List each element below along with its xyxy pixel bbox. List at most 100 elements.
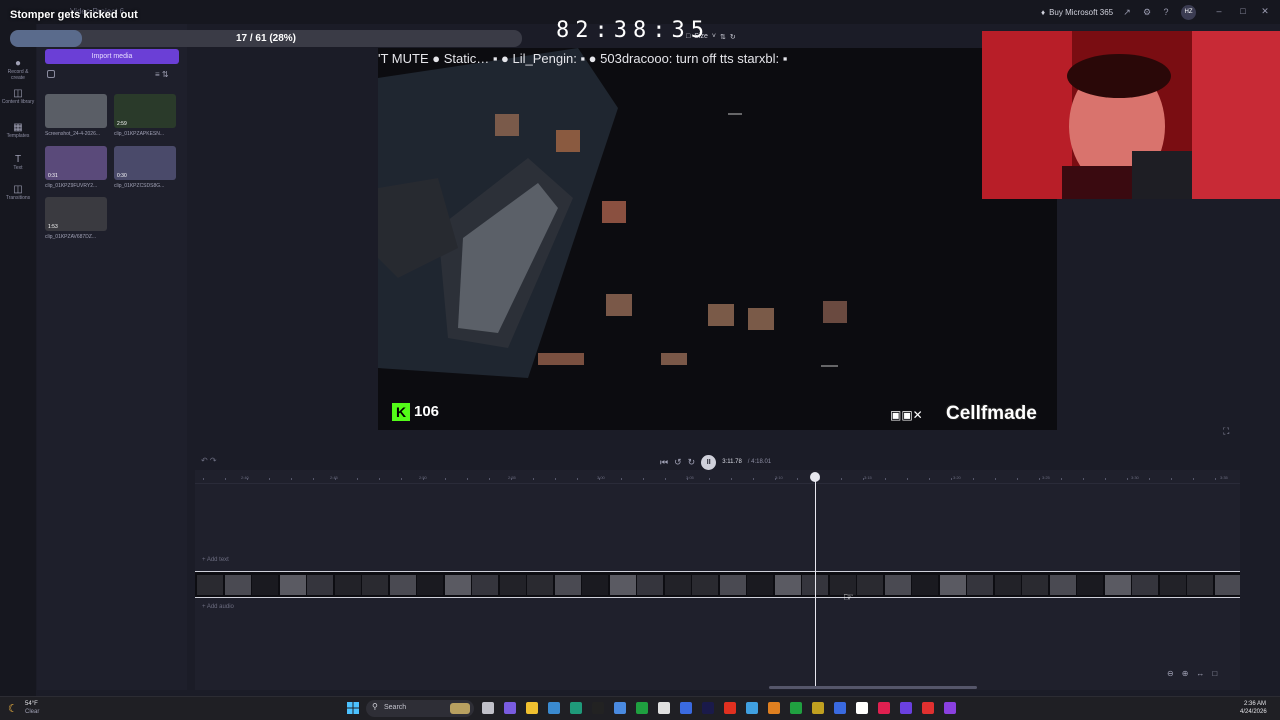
rail-item-templates[interactable]: ▦ Templates xyxy=(0,122,36,139)
zoom-controls: ⊖ ⊕ ↔ □ xyxy=(1167,669,1217,678)
weather-desc[interactable]: Clear xyxy=(25,709,39,715)
windows-start-icon[interactable] xyxy=(347,702,359,714)
webcam-frame xyxy=(982,31,1280,199)
playhead-handle[interactable] xyxy=(810,472,820,482)
buy-microsoft-button[interactable]: ♦ Buy Microsoft 365 xyxy=(1041,8,1113,17)
taskbar-app-icon[interactable] xyxy=(878,702,890,714)
expand-icon[interactable]: □ xyxy=(1212,669,1217,678)
flip-icon[interactable]: ⇅ xyxy=(720,33,726,41)
maximize-icon[interactable]: □ xyxy=(1236,6,1250,16)
rewind-icon[interactable]: ↺ xyxy=(674,457,682,468)
ruler-tick xyxy=(533,478,534,480)
minimize-icon[interactable]: – xyxy=(1212,6,1226,16)
import-media-button[interactable]: Import media xyxy=(45,49,179,64)
media-label: clip_01KPZAV687DZ... xyxy=(45,234,97,240)
clip-frame xyxy=(1132,575,1158,595)
taskbar-app-icon[interactable] xyxy=(504,702,516,714)
zoom-in-icon[interactable]: ⊕ xyxy=(1182,669,1189,678)
clock-time[interactable]: 2:36 AM xyxy=(1244,701,1266,707)
taskbar-app-icon[interactable] xyxy=(724,702,736,714)
skip-back-icon[interactable]: ⏮ xyxy=(660,457,668,468)
rail-item-label: Text xyxy=(13,165,23,171)
media-label: clip_01KPZCSDS8G... xyxy=(114,183,165,189)
ruler-tick xyxy=(973,478,974,480)
taskbar-app-icon[interactable] xyxy=(526,702,538,714)
taskbar-app-icon[interactable] xyxy=(944,702,956,714)
rotate-icon[interactable]: ↻ xyxy=(730,33,736,41)
clip-frame xyxy=(719,575,746,595)
preview-player[interactable]: 'T MUTE ● Static… ▪ ● Lil_Pengin: ▪ ● 50… xyxy=(378,48,1057,430)
taskbar-app-icon[interactable] xyxy=(790,702,802,714)
clip-frame xyxy=(472,575,498,595)
ruler-tick xyxy=(665,478,666,480)
progress-text: 17 / 61 (28%) xyxy=(235,33,297,44)
taskbar-app-icon[interactable] xyxy=(856,702,868,714)
taskbar-app-icon[interactable] xyxy=(702,702,714,714)
taskbar-app-icon[interactable] xyxy=(746,702,758,714)
taskbar-app-icon[interactable] xyxy=(680,702,692,714)
media-thumbnail[interactable]: 0:31 xyxy=(45,146,107,180)
media-thumbnail[interactable] xyxy=(45,94,107,128)
clip-frame xyxy=(499,575,526,595)
close-icon[interactable]: ✕ xyxy=(1258,6,1272,17)
clip-frame xyxy=(252,575,278,595)
taskbar-app-icon[interactable] xyxy=(658,702,670,714)
media-thumbnail[interactable]: 1:53 xyxy=(45,197,107,231)
share-icon[interactable]: ↗ xyxy=(1122,7,1132,17)
taskbar-app-icon[interactable] xyxy=(592,702,604,714)
rail-item-record-create[interactable]: ● Record & create xyxy=(0,58,36,81)
media-duration: 0:30 xyxy=(117,173,127,179)
clip-frame xyxy=(197,575,223,595)
avatar[interactable]: HZ xyxy=(1181,5,1196,20)
taskbar-app-icon[interactable] xyxy=(548,702,560,714)
pause-button[interactable]: II xyxy=(701,454,717,470)
help-icon[interactable]: ? xyxy=(1161,7,1171,17)
rail-item-label: Transitions xyxy=(5,195,31,201)
add-text-button[interactable]: + Add text xyxy=(202,557,229,563)
fit-icon[interactable]: ↔ xyxy=(1196,669,1204,678)
timeline-scrollbar[interactable] xyxy=(769,686,977,689)
clock-date[interactable]: 4/24/2026 xyxy=(1240,709,1267,715)
weather-temp[interactable]: 54°F xyxy=(25,701,38,707)
rail-item-content-library[interactable]: ◫ Content library xyxy=(0,88,36,105)
filter-sort-icon[interactable]: ≡ ⇅ xyxy=(155,70,169,79)
ruler-tick xyxy=(467,478,468,480)
playhead[interactable] xyxy=(815,476,816,686)
clip-frame xyxy=(637,575,663,595)
weather-moon-icon[interactable]: ☾ xyxy=(8,702,18,715)
taskbar-app-icon[interactable] xyxy=(834,702,846,714)
ruler-tick xyxy=(555,478,556,480)
taskbar-app-icon[interactable] xyxy=(900,702,912,714)
clip-frame xyxy=(554,575,581,595)
taskbar-search[interactable]: ⚲ Search xyxy=(366,700,474,717)
clip-frame xyxy=(307,575,333,595)
taskbar-app-icon[interactable] xyxy=(570,702,582,714)
fullscreen-icon[interactable]: ⛶ xyxy=(1223,426,1229,437)
add-audio-button[interactable]: + Add audio xyxy=(202,604,234,610)
video-track[interactable] xyxy=(195,571,1240,598)
undo-redo-icon[interactable]: ↶ ↷ xyxy=(201,456,217,465)
rail-item-transitions[interactable]: ◫ Transitions xyxy=(0,184,36,201)
taskbar-app-icon[interactable] xyxy=(482,702,494,714)
timeline-ruler[interactable]: 2:402:452:502:553:003:053:103:153:203:25… xyxy=(195,470,1240,484)
ruler-tick xyxy=(1215,478,1216,480)
taskbar-app-icon[interactable] xyxy=(636,702,648,714)
select-all-checkbox[interactable] xyxy=(47,70,55,78)
taskbar-app-icon[interactable] xyxy=(922,702,934,714)
search-placeholder: Search xyxy=(384,704,407,711)
ruler-tick xyxy=(269,478,270,480)
timeline[interactable]: 2:402:452:502:553:003:053:103:153:203:25… xyxy=(195,470,1240,690)
media-thumbnail[interactable]: 2:59 xyxy=(114,94,176,128)
ruler-tick xyxy=(621,478,622,480)
settings-icon[interactable]: ⚙ xyxy=(1142,7,1152,17)
taskbar-app-icon[interactable] xyxy=(812,702,824,714)
taskbar-app-icon[interactable] xyxy=(614,702,626,714)
rail-item-text[interactable]: T Text xyxy=(0,154,36,171)
ruler-tick xyxy=(313,478,314,480)
forward-icon[interactable]: ↻ xyxy=(688,457,696,468)
media-thumbnail[interactable]: 0:30 xyxy=(114,146,176,180)
ruler-tick xyxy=(511,478,512,480)
zoom-out-icon[interactable]: ⊖ xyxy=(1167,669,1174,678)
ruler-tick xyxy=(929,478,930,480)
taskbar-app-icon[interactable] xyxy=(768,702,780,714)
